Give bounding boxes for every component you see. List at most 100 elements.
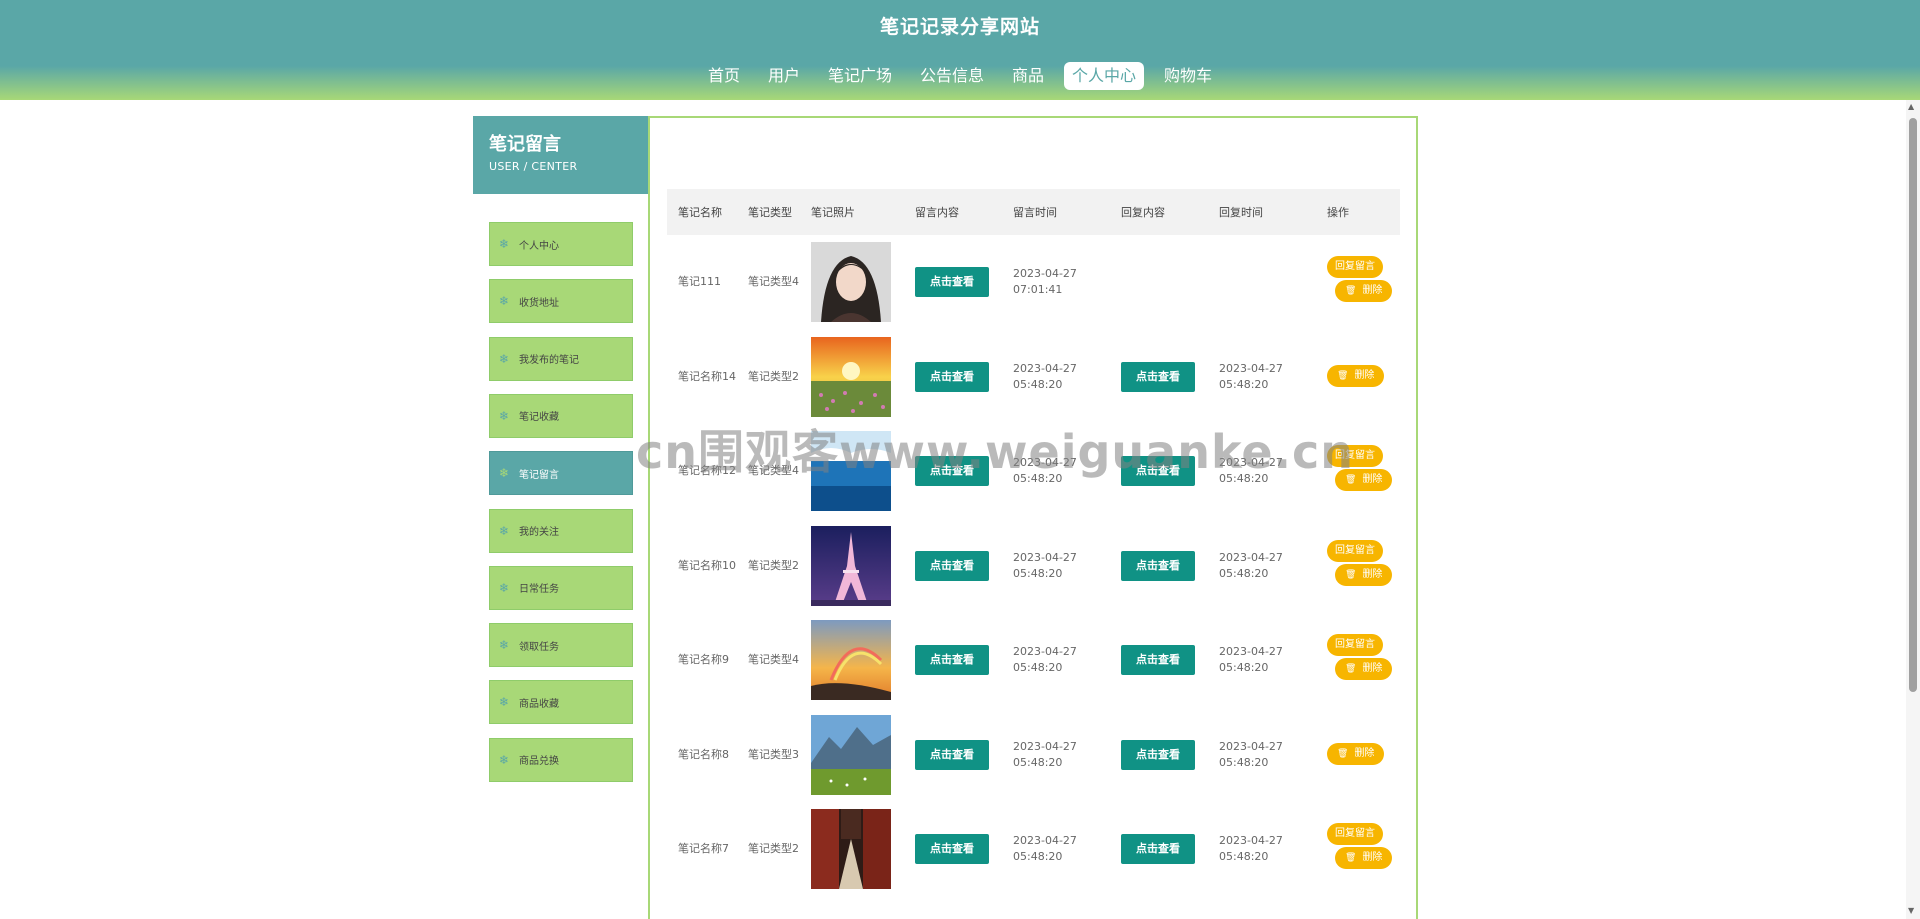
- content-panel: 笔记名称 笔记类型 笔记照片 留言内容 留言时间 回复内容 回复时间 操作 笔记111 笔记类型…: [648, 116, 1418, 919]
- reply-time-cell: 2023-04-27 05:48:20: [1219, 456, 1283, 486]
- scrollbar-thumb[interactable]: [1909, 118, 1917, 692]
- sidebar-item-1[interactable]: ❄ 收货地址: [489, 279, 633, 324]
- view-message-button[interactable]: 点击查看: [915, 267, 989, 298]
- column-header: 笔记照片: [811, 205, 855, 219]
- view-message-button[interactable]: 点击查看: [915, 739, 989, 770]
- sidebar-item-8[interactable]: ❄ 商品收藏: [489, 680, 633, 725]
- message-content-cell: 点击查看: [904, 613, 1002, 708]
- delete-button[interactable]: 🗑 删除: [1327, 364, 1385, 387]
- table-row: 笔记名称9 笔记类型4 点击查看 2023-04-27 05:48:20 点击查看 202…: [667, 613, 1400, 708]
- snowflake-icon: ❄: [499, 580, 510, 595]
- scroll-up-arrow[interactable]: ▲: [1908, 102, 1914, 111]
- site-title: 笔记记录分享网站: [879, 16, 1040, 38]
- delete-button[interactable]: 🗑 删除: [1335, 469, 1393, 492]
- reply-message-button[interactable]: 回复留言: [1327, 634, 1383, 657]
- operation-cell: 回复留言 🗑 删除: [1316, 519, 1400, 614]
- snowflake-icon: ❄: [499, 237, 510, 251]
- message-table: 笔记名称 笔记类型 笔记照片 留言内容 留言时间 回复内容 回复时间 操作 笔记111 笔记类型…: [667, 189, 1400, 897]
- sidebar-item-4[interactable]: ❄ 笔记留言: [489, 451, 633, 496]
- reply-time-cell: 2023-04-27 05:48:20: [1219, 645, 1283, 675]
- nav-item-4[interactable]: 商品: [1004, 62, 1052, 90]
- trash-icon: 🗑: [1345, 853, 1357, 864]
- view-message-button[interactable]: 点击查看: [915, 834, 989, 865]
- reply-content-cell: 点击查看: [1110, 330, 1208, 425]
- reply-content-cell: [1110, 235, 1208, 330]
- view-reply-button[interactable]: 点击查看: [1121, 361, 1195, 392]
- snowflake-icon: ❄: [499, 466, 510, 481]
- nav-item-2[interactable]: 笔记广场: [820, 62, 900, 90]
- table-row: 笔记名称8 笔记类型3 点击查看 2023-04-27 05:48:20 点击查看 202…: [667, 708, 1400, 803]
- sidebar-item-6[interactable]: ❄ 日常任务: [489, 565, 633, 610]
- column-header: 笔记类型: [748, 205, 792, 219]
- sidebar-item-7[interactable]: ❄ 领取任务: [489, 623, 633, 668]
- delete-button[interactable]: 🗑 删除: [1335, 563, 1393, 586]
- scroll-down-arrow[interactable]: ▼: [1908, 906, 1914, 915]
- delete-button[interactable]: 🗑 删除: [1335, 847, 1393, 870]
- message-time-cell: 2023-04-27 05:48:20: [1013, 645, 1077, 675]
- reply-message-button[interactable]: 回复留言: [1327, 823, 1383, 846]
- note-photo-cell: [800, 235, 904, 330]
- delete-button[interactable]: 🗑 删除: [1335, 280, 1393, 303]
- message-content-cell: 点击查看: [904, 330, 1002, 425]
- snowflake-icon: ❄: [499, 638, 510, 653]
- view-message-button[interactable]: 点击查看: [915, 361, 989, 392]
- sidebar-item-label: 收货地址: [519, 297, 559, 309]
- table-header-row: 笔记名称 笔记类型 笔记照片 留言内容 留言时间 回复内容 回复时间 操作: [667, 189, 1400, 235]
- sidebar-item-label: 商品兑换: [519, 756, 559, 768]
- sidebar-item-label: 商品收藏: [519, 698, 559, 710]
- sidebar-item-label: 领取任务: [519, 641, 559, 653]
- message-time-cell: 2023-04-27 05:48:20: [1013, 834, 1077, 864]
- reply-time-cell: 2023-04-27 05:48:20: [1219, 361, 1283, 391]
- delete-label: 删除: [1362, 852, 1383, 864]
- site-header: 笔记记录分享网站 首页 用户 笔记广场 公告信息 商品 个人中心 购物车: [0, 0, 1920, 100]
- trash-icon: 🗑: [1337, 370, 1349, 381]
- nav-item-3[interactable]: 公告信息: [912, 62, 992, 90]
- delete-label: 删除: [1354, 369, 1375, 381]
- note-photo: [811, 809, 891, 890]
- trash-icon: 🗑: [1345, 475, 1357, 486]
- view-message-button[interactable]: 点击查看: [915, 645, 989, 676]
- nav-item-1[interactable]: 用户: [760, 62, 808, 90]
- reply-message-button[interactable]: 回复留言: [1327, 445, 1383, 468]
- reply-message-button[interactable]: 回复留言: [1327, 256, 1383, 279]
- message-time-cell: 2023-04-27 05:48:20: [1013, 456, 1077, 486]
- view-reply-button[interactable]: 点击查看: [1121, 834, 1195, 865]
- operation-cell: 🗑 删除: [1316, 330, 1400, 425]
- delete-button[interactable]: 🗑 删除: [1327, 742, 1385, 765]
- view-message-button[interactable]: 点击查看: [915, 456, 989, 487]
- view-reply-button[interactable]: 点击查看: [1121, 739, 1195, 770]
- sidebar-item-9[interactable]: ❄ 商品兑换: [489, 737, 633, 782]
- note-name-cell: 笔记名称9: [678, 653, 729, 667]
- sidebar-item-3[interactable]: ❄ 笔记收藏: [489, 393, 633, 438]
- snowflake-icon: ❄: [499, 752, 510, 767]
- view-reply-button[interactable]: 点击查看: [1121, 550, 1195, 581]
- note-name-cell: 笔记名称12: [678, 464, 736, 478]
- sidebar-item-5[interactable]: ❄ 我的关注: [489, 508, 633, 553]
- sidebar-item-2[interactable]: ❄ 我发布的笔记: [489, 336, 633, 381]
- sidebar-header: 笔记留言 USER / CENTER: [473, 116, 648, 194]
- operation-cell: 回复留言 🗑 删除: [1316, 235, 1400, 330]
- reply-message-button[interactable]: 回复留言: [1327, 539, 1383, 562]
- note-type-cell: 笔记类型2: [748, 558, 799, 572]
- operation-cell: 回复留言 🗑 删除: [1316, 613, 1400, 708]
- view-reply-button[interactable]: 点击查看: [1121, 456, 1195, 487]
- reply-content-cell: 点击查看: [1110, 519, 1208, 614]
- reply-time-cell: 2023-04-27 05:48:20: [1219, 550, 1283, 580]
- operation-group: 回复留言 🗑 删除: [1327, 630, 1397, 690]
- nav-item-6[interactable]: 购物车: [1156, 62, 1220, 90]
- nav-item-0[interactable]: 首页: [700, 62, 748, 90]
- reply-content-cell: 点击查看: [1110, 708, 1208, 803]
- message-content-cell: 点击查看: [904, 519, 1002, 614]
- delete-label: 删除: [1362, 663, 1383, 675]
- snowflake-icon: ❄: [499, 523, 510, 538]
- trash-icon: 🗑: [1345, 286, 1357, 297]
- view-reply-button[interactable]: 点击查看: [1121, 645, 1195, 676]
- sidebar-item-0[interactable]: ❄ 个人中心: [489, 222, 633, 266]
- view-message-button[interactable]: 点击查看: [915, 550, 989, 581]
- note-photo-cell: [800, 519, 904, 614]
- snowflake-icon: ❄: [499, 408, 510, 423]
- delete-button[interactable]: 🗑 删除: [1335, 658, 1393, 681]
- nav-item-5[interactable]: 个人中心: [1064, 62, 1145, 90]
- sidebar-item-label: 笔记收藏: [519, 412, 559, 424]
- delete-label: 删除: [1362, 568, 1383, 580]
